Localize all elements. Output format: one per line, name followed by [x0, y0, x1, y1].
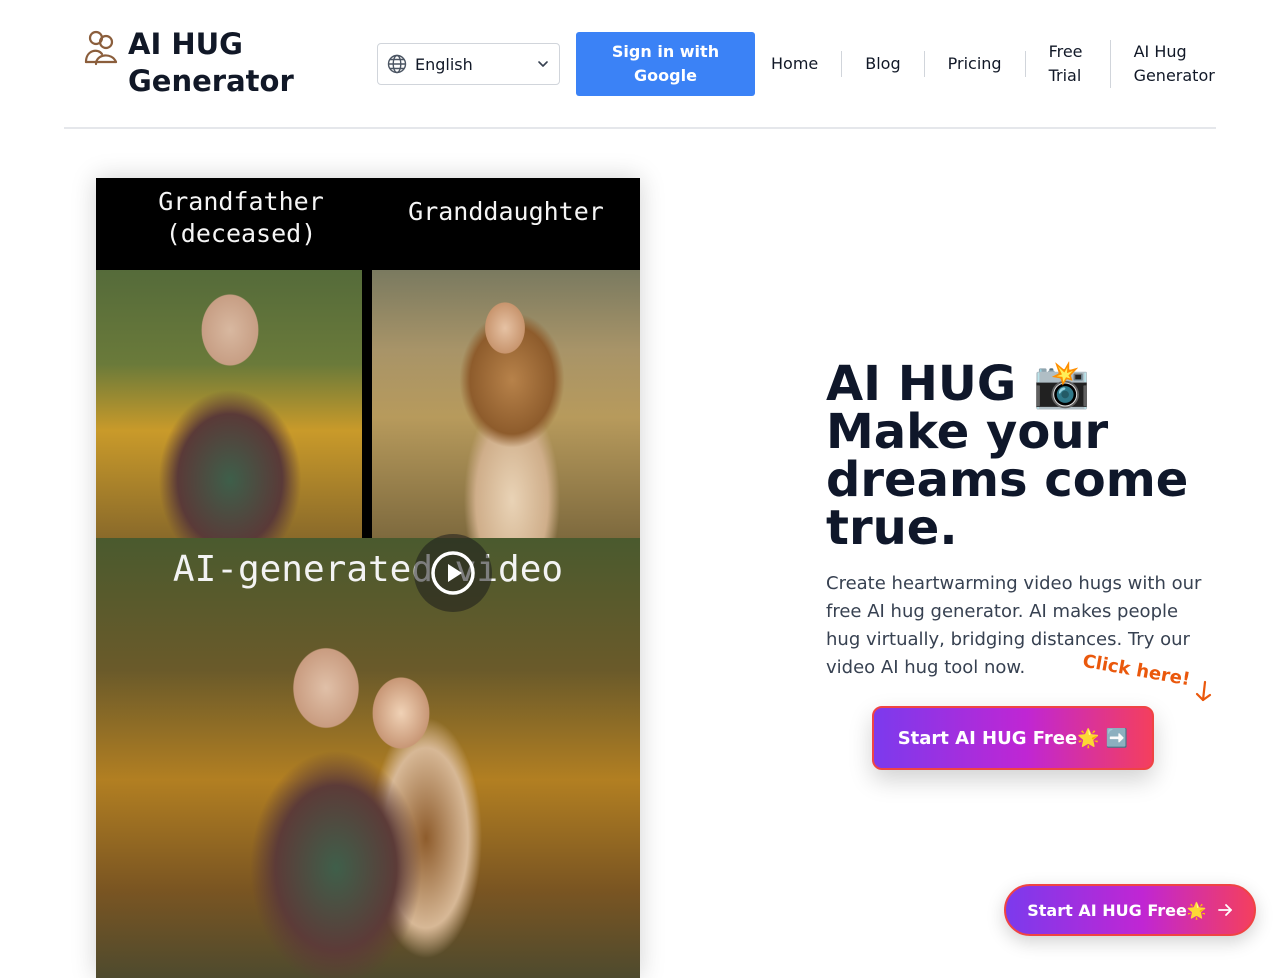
nav-blog[interactable]: Blog [842, 38, 923, 90]
play-icon [431, 551, 475, 595]
hero-title: AI HUG 📸 Make your dreams come true. [826, 360, 1226, 552]
main-nav: Home Blog Pricing Free Trial AI Hug Gene… [755, 38, 1239, 90]
sign-in-google-button[interactable]: Sign in with Google [576, 32, 755, 96]
demo-video[interactable]: Grandfather (deceased) Granddaughter AI-… [96, 178, 640, 978]
caption-granddaughter: Granddaughter [408, 197, 604, 226]
hero-title-rest: Make your dreams come true. [826, 404, 1189, 556]
language-select[interactable]: English [377, 43, 560, 85]
caption-grandfather: Grandfather (deceased) [158, 187, 324, 248]
nav-home[interactable]: Home [755, 38, 841, 90]
nav-ai-hug-generator[interactable]: AI Hug Generator [1111, 38, 1239, 90]
start-ai-hug-button[interactable]: Start AI HUG Free🌟 ➡️ [872, 706, 1154, 770]
chevron-down-icon [538, 61, 548, 67]
arrow-down-icon [1195, 680, 1212, 702]
floating-start-label: Start AI HUG Free🌟 [1027, 900, 1207, 920]
hug-couple-icon [84, 30, 118, 66]
caption-ai-generated: AI-generated video [172, 549, 564, 590]
brand-logo[interactable]: AI HUG Generator [82, 26, 308, 100]
nav-pricing[interactable]: Pricing [925, 38, 1025, 90]
nav-free-trial[interactable]: Free Trial [1026, 38, 1110, 90]
language-selected: English [415, 54, 473, 74]
brand-name: AI HUG Generator [128, 27, 294, 98]
globe-icon [387, 54, 407, 74]
arrow-right-icon [1217, 904, 1232, 916]
floating-start-button[interactable]: Start AI HUG Free🌟 [1004, 884, 1256, 936]
play-button[interactable] [414, 534, 492, 612]
grandfather-photo [96, 270, 362, 538]
camera-flash-icon: 📸 [1032, 357, 1091, 411]
site-header: AI HUG Generator English Sign in with Go… [64, 0, 1216, 129]
photo-divider [362, 270, 372, 538]
ai-hug-result-photo [96, 538, 640, 978]
granddaughter-photo [372, 270, 640, 538]
